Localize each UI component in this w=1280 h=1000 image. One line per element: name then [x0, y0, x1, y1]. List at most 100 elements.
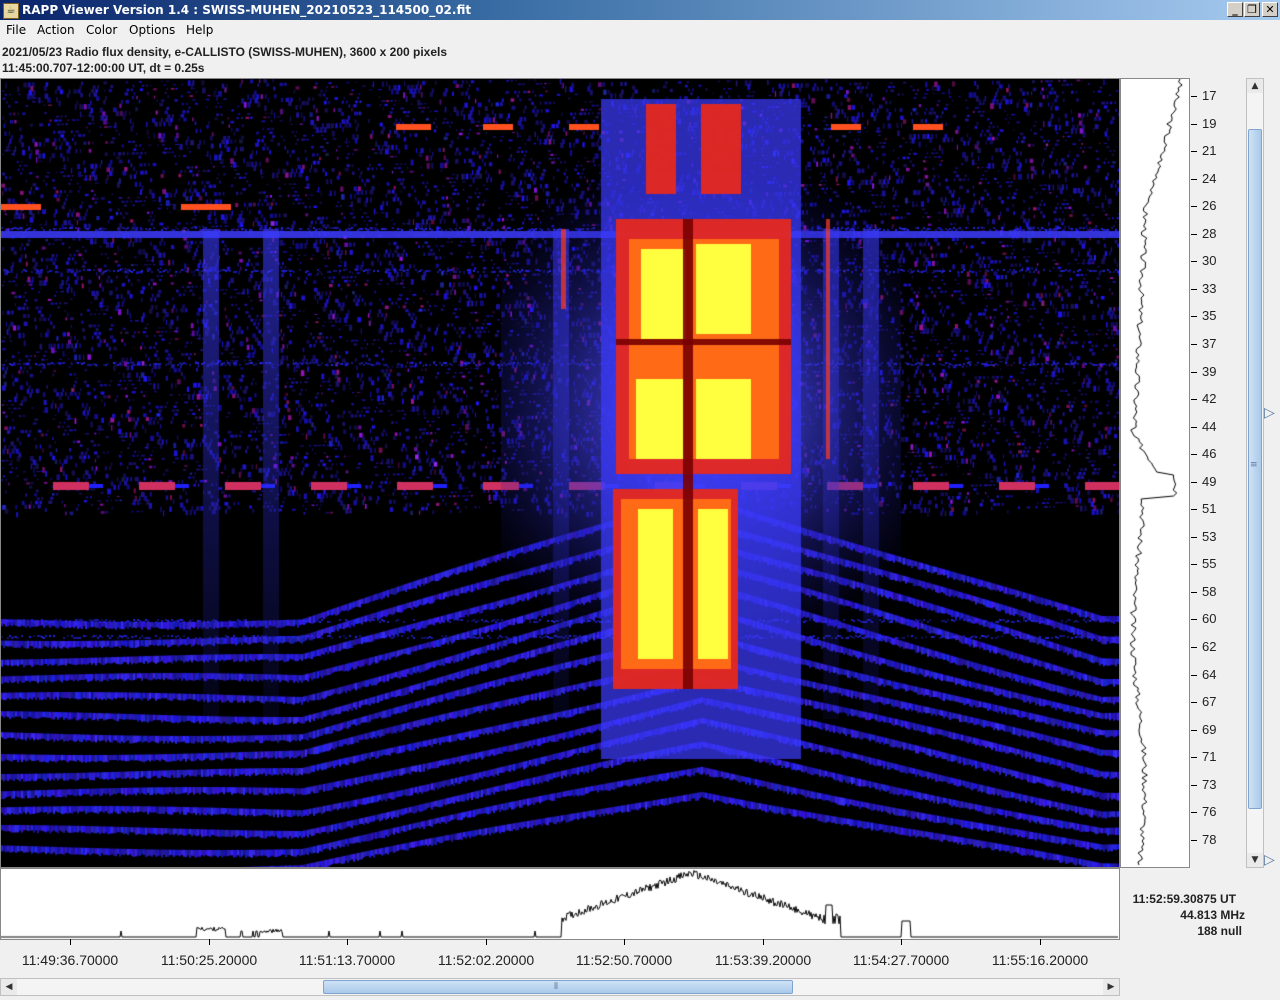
frequency-tick-label: 28 [1202, 226, 1217, 241]
time-tick-label: 11:52:50.70000 [575, 952, 673, 968]
close-button[interactable]: ✕ [1262, 2, 1278, 17]
title-bar: ☕ RAPP Viewer Version 1.4 : SWISS-MUHEN_… [0, 0, 1280, 20]
menu-color[interactable]: Color [83, 22, 120, 38]
frequency-tick-label: 62 [1202, 639, 1217, 654]
frequency-tick [1191, 482, 1197, 483]
time-tick [763, 939, 764, 945]
vertical-scroll-thumb[interactable]: ≡ [1248, 129, 1262, 809]
slider-pointer-icon[interactable]: ▷ [1264, 405, 1275, 421]
frequency-tick-label: 26 [1202, 198, 1217, 213]
scroll-down-icon[interactable]: ▼ [1247, 853, 1263, 867]
frequency-tick [1191, 234, 1197, 235]
frequency-tick [1191, 730, 1197, 731]
frequency-tick-label: 69 [1202, 722, 1217, 737]
frequency-tick-label: 30 [1202, 253, 1217, 268]
menu-action[interactable]: Action [34, 22, 78, 38]
time-tick [70, 939, 71, 945]
frequency-tick [1191, 757, 1197, 758]
frequency-tick-label: 19 [1202, 116, 1217, 131]
frequency-tick [1191, 344, 1197, 345]
time-tick-label: 11:52:02.20000 [437, 952, 535, 968]
scroll-up-icon[interactable]: ▲ [1247, 79, 1263, 93]
menu-file[interactable]: File [3, 22, 29, 38]
frequency-tick [1191, 124, 1197, 125]
frequency-tick [1191, 399, 1197, 400]
frequency-tick [1191, 564, 1197, 565]
frequency-tick [1191, 675, 1197, 676]
time-tick-label: 11:49:36.70000 [21, 952, 119, 968]
spectrogram-canvas[interactable] [0, 78, 1120, 868]
time-tick-label: 11:53:39.20000 [714, 952, 812, 968]
time-tick-label: 11:55:16.20000 [991, 952, 1089, 968]
frequency-tick-label: 37 [1202, 336, 1217, 351]
cursor-value-readout: 188 null [1197, 924, 1242, 938]
frequency-tick-label: 44 [1202, 419, 1217, 434]
time-tick-label: 11:50:25.20000 [160, 952, 258, 968]
frequency-tick [1191, 619, 1197, 620]
frequency-tick-label: 39 [1202, 364, 1217, 379]
menu-help[interactable]: Help [183, 22, 216, 38]
menu-options[interactable]: Options [126, 22, 178, 38]
frequency-tick [1191, 96, 1197, 97]
frequency-tick [1191, 316, 1197, 317]
horizontal-scroll-thumb[interactable]: ⦀ [323, 980, 793, 994]
time-tick [1040, 939, 1041, 945]
slider-end-pointer-icon[interactable]: ▷ [1264, 852, 1275, 868]
frequency-profile-plot [1120, 78, 1190, 868]
frequency-tick [1191, 454, 1197, 455]
scroll-right-icon[interactable]: ▶ [1103, 979, 1119, 995]
frequency-tick-label: 71 [1202, 749, 1217, 764]
scroll-left-icon[interactable]: ◀ [1, 979, 17, 995]
frequency-tick-label: 24 [1202, 171, 1217, 186]
time-tick-label: 11:51:13.70000 [298, 952, 396, 968]
frequency-tick [1191, 840, 1197, 841]
frequency-tick-label: 46 [1202, 446, 1217, 461]
frequency-tick [1191, 785, 1197, 786]
frequency-tick-label: 42 [1202, 391, 1217, 406]
frequency-tick [1191, 647, 1197, 648]
frequency-tick [1191, 537, 1197, 538]
frequency-tick-label: 35 [1202, 308, 1217, 323]
minimize-button[interactable]: _ [1227, 2, 1243, 17]
frequency-tick-label: 73 [1202, 777, 1217, 792]
menu-bar: File Action Color Options Help [0, 20, 1280, 40]
time-tick [347, 939, 348, 945]
light-curve-plot [0, 868, 1120, 940]
frequency-tick [1191, 289, 1197, 290]
frequency-tick [1191, 702, 1197, 703]
window-title: RAPP Viewer Version 1.4 : SWISS-MUHEN_20… [22, 3, 472, 17]
frequency-tick [1191, 261, 1197, 262]
time-tick [624, 939, 625, 945]
time-tick [486, 939, 487, 945]
frequency-tick-label: 55 [1202, 556, 1217, 571]
horizontal-scrollbar[interactable]: ◀ ⦀ ▶ [0, 978, 1120, 996]
time-tick-label: 11:54:27.70000 [852, 952, 950, 968]
cursor-time-readout: 11:52:59.30875 UT [1132, 892, 1236, 906]
frequency-tick-label: 78 [1202, 832, 1217, 847]
vertical-scrollbar[interactable]: ▲ ≡ ▼ [1246, 78, 1264, 868]
frequency-tick-label: 67 [1202, 694, 1217, 709]
time-range-info: 11:45:00.707-12:00:00 UT, dt = 0.25s [2, 61, 205, 75]
time-tick [901, 939, 902, 945]
frequency-tick [1191, 592, 1197, 593]
restore-button[interactable]: ❐ [1244, 2, 1260, 17]
grip-icon: ⦀ [554, 982, 558, 992]
frequency-tick [1191, 812, 1197, 813]
frequency-tick [1191, 427, 1197, 428]
frequency-tick-label: 58 [1202, 584, 1217, 599]
frequency-tick-label: 49 [1202, 474, 1217, 489]
java-app-icon: ☕ [3, 3, 19, 19]
frequency-tick [1191, 372, 1197, 373]
time-tick [209, 939, 210, 945]
grip-icon: ≡ [1250, 460, 1258, 470]
frequency-tick [1191, 179, 1197, 180]
frequency-tick-label: 21 [1202, 143, 1217, 158]
frequency-tick-label: 76 [1202, 804, 1217, 819]
frequency-tick-label: 51 [1202, 501, 1217, 516]
observation-info: 2021/05/23 Radio flux density, e-CALLIST… [2, 45, 448, 59]
frequency-tick-label: 53 [1202, 529, 1217, 544]
frequency-tick [1191, 151, 1197, 152]
frequency-tick-label: 64 [1202, 667, 1217, 682]
frequency-tick-label: 17 [1202, 88, 1217, 103]
frequency-tick [1191, 509, 1197, 510]
